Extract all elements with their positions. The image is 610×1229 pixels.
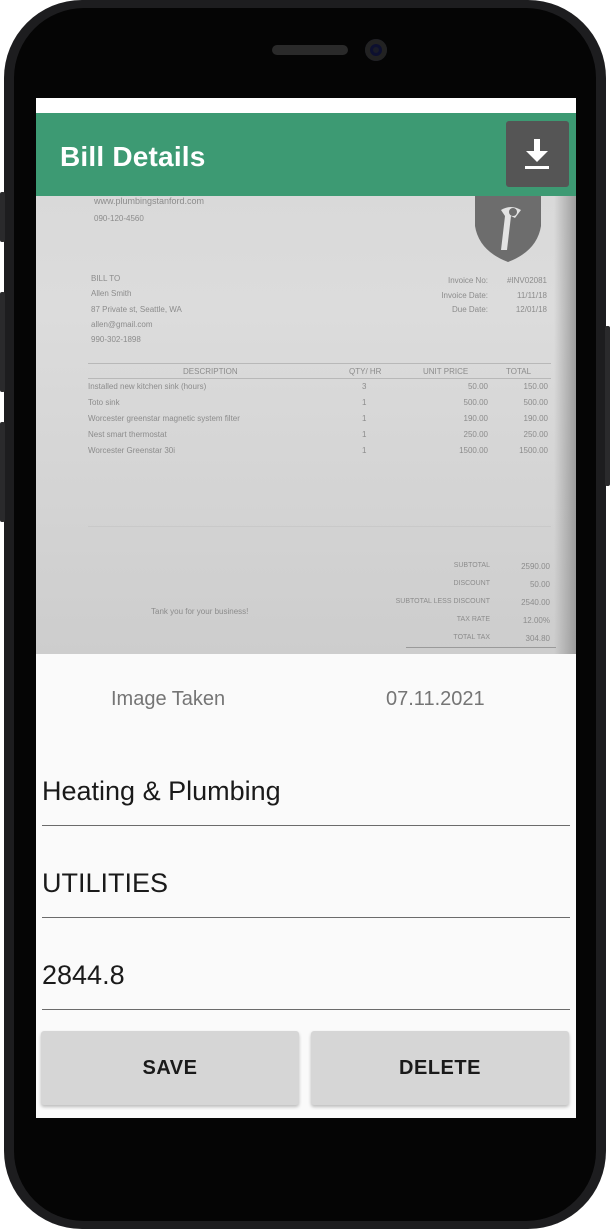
column-header: TOTAL <box>506 367 532 376</box>
bill-to-label: BILL TO <box>91 274 121 283</box>
bill-photo[interactable]: www.plumbingstanford.com 090-120-4560 BI… <box>36 196 576 654</box>
download-button[interactable] <box>506 121 569 187</box>
invoice-no-label: Invoice No: <box>447 276 488 285</box>
column-header: UNIT PRICE <box>423 367 469 376</box>
invoice-no: #INV02081 <box>506 276 547 285</box>
bill-name-field[interactable]: Heating & Plumbing <box>42 768 570 826</box>
row-unit-price: 250.00 <box>463 430 488 439</box>
earpiece-speaker <box>272 45 348 55</box>
volume-down-button <box>0 292 5 392</box>
total-label: SUBTOTAL LESS DISCOUNT <box>395 598 490 605</box>
photo-shadow-edge <box>554 196 576 654</box>
image-taken-label: Image Taken <box>111 688 226 710</box>
row-total: 1500.00 <box>519 446 548 455</box>
row-description: Worcester greenstar magnetic system filt… <box>88 414 240 423</box>
row-description: Installed new kitchen sink (hours) <box>88 382 207 391</box>
total-value: 2540.00 <box>521 598 550 607</box>
row-description: Toto sink <box>88 398 120 407</box>
invoice-website: www.plumbingstanford.com <box>94 196 205 206</box>
row-qty: 1 <box>362 398 367 407</box>
total-label: TAX RATE <box>456 616 490 623</box>
mute-button <box>0 422 5 522</box>
row-description: Nest smart thermostat <box>88 430 167 439</box>
total-label: DISCOUNT <box>453 580 490 587</box>
customer-name: Allen Smith <box>91 289 132 298</box>
category-field[interactable]: UTILITIES <box>42 860 570 918</box>
app-bar: Bill Details <box>36 113 576 196</box>
row-unit-price: 190.00 <box>463 414 488 423</box>
row-unit-price: 1500.00 <box>459 446 488 455</box>
power-button <box>605 326 610 486</box>
row-qty: 1 <box>362 430 367 439</box>
table-header-line <box>88 363 551 364</box>
totals-underline <box>406 647 556 648</box>
bill-name-value: Heating & Plumbing <box>42 776 281 806</box>
amount-value: 2844.8 <box>42 960 125 990</box>
front-camera <box>365 39 387 61</box>
row-unit-price: 500.00 <box>463 398 488 407</box>
customer-email: allen@gmail.com <box>91 320 153 329</box>
thank-you-note: Tank you for your business! <box>151 607 249 616</box>
company-logo <box>475 196 541 262</box>
row-total: 190.00 <box>523 414 548 423</box>
row-total: 500.00 <box>523 398 548 407</box>
row-total: 150.00 <box>523 382 548 391</box>
save-button[interactable]: SAVE <box>41 1031 299 1105</box>
total-value: 2590.00 <box>521 562 550 571</box>
status-bar <box>36 98 576 113</box>
row-qty: 3 <box>362 382 367 391</box>
total-value: 304.80 <box>525 634 550 643</box>
due-date: 12/01/18 <box>515 305 547 314</box>
invoice-phone: 090-120-4560 <box>94 214 144 223</box>
download-icon <box>525 139 549 169</box>
column-header: QTY/ HR <box>349 367 382 376</box>
due-date-label: Due Date: <box>451 305 488 314</box>
page-title: Bill Details <box>60 141 206 172</box>
category-value: UTILITIES <box>42 868 169 898</box>
amount-field[interactable]: 2844.8 <box>42 952 570 1010</box>
app-screen: Bill Details www.plumbingstanford.com 09… <box>36 98 576 1118</box>
total-label: SUBTOTAL <box>453 562 490 569</box>
total-value: 50.00 <box>529 580 550 589</box>
column-header: DESCRIPTION <box>183 367 238 376</box>
row-total: 250.00 <box>523 430 548 439</box>
total-value: 12.00% <box>522 616 550 625</box>
row-description: Worcester Greenstar 30i <box>88 446 175 455</box>
delete-button[interactable]: DELETE <box>311 1031 569 1105</box>
volume-up-button <box>0 192 5 242</box>
row-qty: 1 <box>362 414 367 423</box>
table-bottom-line <box>88 526 551 527</box>
customer-phone: 990-302-1898 <box>91 335 141 344</box>
image-taken-date: 07.11.2021 <box>386 688 485 710</box>
customer-address: 87 Private st, Seattle, WA <box>91 305 182 314</box>
row-unit-price: 50.00 <box>467 382 488 391</box>
table-header-line <box>88 378 551 379</box>
invoice-date-label: Invoice Date: <box>441 291 488 300</box>
row-qty: 1 <box>362 446 367 455</box>
invoice-date: 11/11/18 <box>517 291 547 300</box>
total-label: TOTAL TAX <box>453 634 490 641</box>
